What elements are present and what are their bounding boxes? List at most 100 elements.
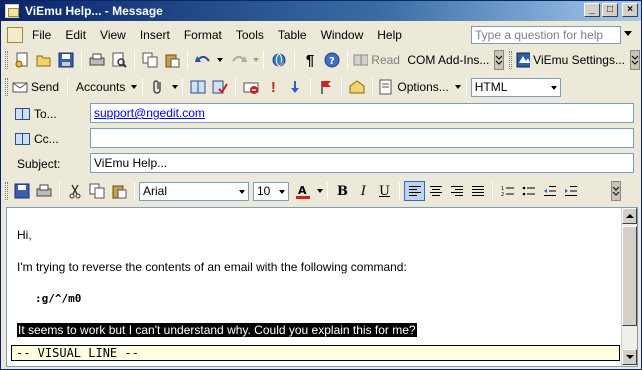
print-preview-icon[interactable] [109, 50, 129, 70]
accounts-dropdown-icon [131, 85, 138, 89]
subject-field[interactable]: ViEmu Help... [90, 153, 634, 173]
to-label: To... [34, 107, 57, 121]
paste-icon[interactable] [109, 181, 129, 201]
maximize-button[interactable]: □ [602, 3, 618, 17]
hyperlink-icon[interactable] [269, 50, 289, 70]
read-button[interactable]: Read [353, 50, 403, 70]
copy-icon[interactable] [140, 50, 160, 70]
subject-row: Subject: ViEmu Help... [1, 153, 641, 175]
underline-button[interactable]: U [374, 181, 395, 201]
follow-up-flag-icon[interactable] [316, 77, 336, 97]
scroll-down-icon[interactable] [622, 349, 637, 365]
font-size-select[interactable]: 10 [253, 181, 289, 201]
message-body-editor[interactable]: Hi, I'm trying to reverse the contents o… [6, 207, 638, 367]
recipient-address[interactable]: support@ngedit.com [94, 106, 205, 120]
menu-window[interactable]: Window [314, 28, 371, 42]
show-formatting-icon[interactable]: ¶ [300, 50, 320, 70]
toolbar-separator [67, 78, 69, 96]
new-icon[interactable] [12, 50, 32, 70]
font-select[interactable]: Arial [139, 181, 249, 201]
paste-icon[interactable] [162, 50, 182, 70]
cut-icon[interactable] [65, 181, 85, 201]
toolbar-overflow-chevron-icon[interactable] [629, 50, 640, 70]
cc-button[interactable]: Cc... [15, 129, 59, 149]
font-color-icon[interactable]: A [293, 181, 313, 201]
formatting-toolbar: Arial 10 A B I U 12 [1, 179, 641, 203]
cc-field[interactable] [90, 128, 634, 148]
decrease-indent-icon[interactable] [539, 181, 560, 201]
menu-insert[interactable]: Insert [133, 28, 177, 42]
send-button[interactable]: Send [12, 77, 62, 97]
to-field[interactable]: support@ngedit.com [90, 103, 634, 123]
toolbar-overflow-chevron-icon[interactable] [611, 181, 621, 201]
chevron-down-icon [550, 85, 557, 90]
save-icon[interactable] [12, 181, 32, 201]
permission-icon[interactable] [241, 77, 261, 97]
message-format-select[interactable]: HTML [470, 77, 561, 97]
title-bar[interactable]: ViEmu Help... - Message _ □ × [1, 1, 641, 21]
print-icon[interactable] [87, 50, 107, 70]
font-color-dropdown-icon[interactable] [317, 189, 323, 193]
options-dropdown-icon [454, 85, 461, 89]
bold-button[interactable]: B [332, 181, 353, 201]
align-right-button[interactable] [446, 181, 467, 201]
com-addins-button[interactable]: COM Add-Ins... [405, 50, 492, 70]
envelope-open-icon[interactable] [347, 77, 367, 97]
menu-file[interactable]: File [25, 28, 58, 42]
help-icon[interactable]: ? [322, 50, 342, 70]
accounts-button[interactable]: Accounts [73, 77, 138, 97]
address-book-icon[interactable] [188, 77, 208, 97]
attach-file-icon[interactable] [148, 77, 168, 97]
toolbar-overflow-chevron-icon[interactable] [493, 50, 504, 70]
menu-format[interactable]: Format [177, 28, 229, 42]
menu-help[interactable]: Help [370, 28, 409, 42]
standard-toolbar: ¶ ? Read COM Add-Ins... ViEmu Settings..… [1, 48, 641, 72]
redo-dropdown-icon[interactable] [252, 58, 259, 62]
align-center-button[interactable] [425, 181, 446, 201]
subject-label: Subject: [17, 157, 61, 171]
message-format-value: HTML [474, 80, 508, 94]
numbered-list-icon[interactable]: 12 [497, 181, 518, 201]
high-importance-icon[interactable]: ! [263, 77, 283, 97]
italic-button[interactable]: I [353, 181, 374, 201]
selection-highlight: It seems to work but I can't understand … [17, 323, 417, 337]
save-icon[interactable] [56, 50, 76, 70]
increase-indent-icon[interactable] [560, 181, 581, 201]
help-search-dropdown-icon[interactable] [624, 31, 632, 36]
align-left-button[interactable] [404, 181, 425, 201]
redo-icon[interactable] [229, 50, 249, 70]
message-menu-icon[interactable] [7, 27, 23, 43]
svg-text:A: A [298, 184, 307, 197]
open-icon[interactable] [34, 50, 54, 70]
viemu-settings-button[interactable]: ViEmu Settings... [516, 50, 628, 70]
bulleted-list-icon[interactable] [518, 181, 539, 201]
toolbar-separator [346, 51, 348, 69]
low-importance-icon[interactable] [285, 77, 305, 97]
toolbar-grip[interactable] [5, 51, 8, 69]
scroll-up-icon[interactable] [622, 208, 637, 224]
options-button[interactable]: Options... [378, 77, 461, 97]
com-addins-label: COM Add-Ins... [407, 53, 490, 67]
help-search-input[interactable]: Type a question for help [471, 26, 621, 44]
menu-view[interactable]: View [93, 28, 133, 42]
menu-edit[interactable]: Edit [58, 28, 93, 42]
justify-button[interactable] [467, 181, 488, 201]
toolbar-grip[interactable] [5, 182, 8, 200]
minimize-button[interactable]: _ [584, 3, 600, 17]
to-button[interactable]: To... [15, 104, 57, 124]
toolbar-separator [182, 78, 184, 96]
scroll-thumb[interactable] [622, 226, 637, 326]
vertical-scrollbar[interactable] [621, 208, 637, 366]
toolbar-grip[interactable] [5, 78, 8, 96]
menu-table[interactable]: Table [271, 28, 314, 42]
check-names-icon[interactable] [210, 77, 230, 97]
close-button[interactable]: × [622, 3, 638, 17]
attach-dropdown-icon[interactable] [172, 85, 179, 89]
copy-icon[interactable] [87, 181, 107, 201]
toolbar-grip[interactable] [508, 51, 512, 69]
undo-dropdown-icon[interactable] [216, 58, 223, 62]
undo-icon[interactable] [193, 50, 213, 70]
print-icon[interactable] [34, 181, 54, 201]
viemu-settings-label: ViEmu Settings... [533, 53, 625, 67]
menu-tools[interactable]: Tools [229, 28, 271, 42]
